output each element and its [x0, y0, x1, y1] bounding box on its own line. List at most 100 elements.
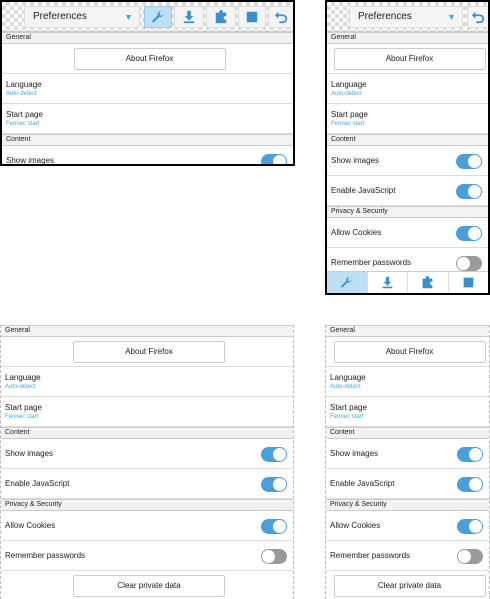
enable-javascript-toggle[interactable] [456, 184, 482, 199]
section-content: Content [2, 134, 293, 146]
show-images-label: Show images [6, 156, 55, 165]
puzzle-icon [422, 276, 433, 289]
preferences-panel-narrow: General About Firefox Language Auto-dete… [325, 325, 490, 599]
show-images-toggle[interactable] [457, 447, 483, 462]
language-row[interactable]: Language Auto-detect [326, 367, 489, 397]
language-label: Language [330, 373, 366, 382]
show-images-row: Show images [1, 439, 293, 469]
preferences-tab-button[interactable] [327, 272, 368, 293]
section-content: Content [327, 134, 488, 146]
show-images-toggle[interactable] [261, 447, 287, 462]
enable-javascript-toggle[interactable] [261, 477, 287, 492]
allow-cookies-row: Allow Cookies [326, 511, 489, 541]
start-page-row[interactable]: Start page Fennec start [327, 104, 488, 134]
clear-private-data-button[interactable]: Clear private data [73, 575, 225, 597]
language-row[interactable]: Language Auto-detect [2, 74, 293, 104]
show-images-row: Show images [326, 439, 489, 469]
addons-tab-button[interactable] [206, 6, 236, 28]
about-firefox-button[interactable]: About Firefox [333, 47, 486, 70]
show-images-toggle[interactable] [261, 154, 287, 164]
chevron-down-icon: ▼ [124, 12, 133, 22]
remember-passwords-label: Remember passwords [330, 551, 411, 560]
allow-cookies-row: Allow Cookies [1, 511, 293, 541]
back-button[interactable] [268, 6, 293, 28]
allow-cookies-toggle[interactable] [261, 519, 287, 534]
dropdown-value: Preferences [358, 11, 412, 22]
downloads-tab-button[interactable] [174, 6, 204, 28]
show-images-label: Show images [5, 449, 54, 458]
enable-javascript-label: Enable JavaScript [5, 479, 70, 488]
enable-javascript-row: Enable JavaScript [327, 176, 488, 206]
wrench-icon [152, 11, 164, 23]
start-page-row[interactable]: Start page Fennec start [326, 397, 489, 427]
section-privacy: Privacy & Security [327, 206, 488, 218]
start-page-label: Start page [330, 403, 367, 412]
enable-javascript-label: Enable JavaScript [331, 186, 396, 195]
show-images-row: Show images [2, 146, 293, 165]
remember-passwords-toggle[interactable] [261, 549, 287, 564]
section-general: General [2, 32, 293, 44]
about-row: About Firefox [326, 337, 489, 367]
language-label: Language [5, 373, 41, 382]
addons-tab-button[interactable] [408, 272, 449, 293]
enable-javascript-label: Enable JavaScript [330, 479, 395, 488]
preferences-dropdown[interactable]: Preferences ▼ [24, 6, 140, 28]
allow-cookies-toggle[interactable] [456, 226, 482, 241]
remember-passwords-label: Remember passwords [331, 258, 412, 267]
enable-javascript-toggle[interactable] [457, 477, 483, 492]
language-value: Auto-detect [330, 384, 361, 390]
undo-icon [471, 11, 485, 24]
stop-button[interactable] [449, 272, 489, 293]
preferences-panel-phone-tall: Preferences ▼ General About Firefox Lang… [325, 0, 490, 295]
language-value: Auto-detect [331, 91, 362, 97]
start-page-label: Start page [5, 403, 42, 412]
start-page-value: Fennec start [5, 414, 39, 420]
language-row[interactable]: Language Auto-detect [1, 367, 293, 397]
about-firefox-button[interactable]: About Firefox [73, 47, 226, 70]
clear-data-row: Clear private data [326, 571, 489, 599]
start-page-value: Fennec start [331, 121, 365, 127]
show-images-row: Show images [327, 146, 488, 176]
undo-icon [274, 11, 288, 24]
language-value: Auto-detect [6, 91, 37, 97]
language-label: Language [6, 80, 42, 89]
wrench-icon [341, 277, 352, 288]
section-general: General [327, 32, 488, 44]
enable-javascript-row: Enable JavaScript [1, 469, 293, 499]
preferences-tab-button[interactable] [144, 6, 172, 28]
section-privacy: Privacy & Security [1, 499, 293, 511]
download-icon [382, 276, 393, 289]
back-button[interactable] [467, 6, 488, 28]
about-firefox-button[interactable]: About Firefox [73, 340, 225, 363]
stop-icon [463, 277, 474, 288]
language-row[interactable]: Language Auto-detect [327, 74, 488, 104]
preferences-panel-phone-small: Preferences ▼ General About Firefox Lang… [0, 0, 295, 166]
stop-icon [246, 11, 258, 23]
section-content: Content [1, 427, 293, 439]
allow-cookies-toggle[interactable] [457, 519, 483, 534]
about-row: About Firefox [2, 44, 293, 74]
remember-passwords-toggle[interactable] [456, 256, 482, 271]
show-images-toggle[interactable] [456, 154, 482, 169]
start-page-value: Fennec start [330, 414, 364, 420]
show-images-label: Show images [330, 449, 379, 458]
start-page-label: Start page [331, 110, 368, 119]
remember-passwords-row: Remember passwords [326, 541, 489, 571]
stop-button[interactable] [238, 6, 266, 28]
dropdown-value: Preferences [33, 11, 87, 22]
toolbar: Preferences ▼ [2, 2, 293, 32]
start-page-label: Start page [6, 110, 43, 119]
about-row: About Firefox [1, 337, 293, 367]
about-firefox-button[interactable]: About Firefox [333, 340, 486, 363]
about-row: About Firefox [327, 44, 488, 74]
section-privacy: Privacy & Security [326, 499, 489, 511]
start-page-row[interactable]: Start page Fennec start [1, 397, 293, 427]
remember-passwords-toggle[interactable] [457, 549, 483, 564]
section-general: General [1, 325, 293, 337]
downloads-tab-button[interactable] [368, 272, 408, 293]
allow-cookies-label: Allow Cookies [5, 521, 56, 530]
clear-private-data-button[interactable]: Clear private data [333, 575, 486, 597]
preferences-dropdown[interactable]: Preferences ▼ [349, 6, 463, 28]
preferences-panel-wide: General About Firefox Language Auto-dete… [0, 325, 294, 599]
start-page-row[interactable]: Start page Fennec start [2, 104, 293, 134]
